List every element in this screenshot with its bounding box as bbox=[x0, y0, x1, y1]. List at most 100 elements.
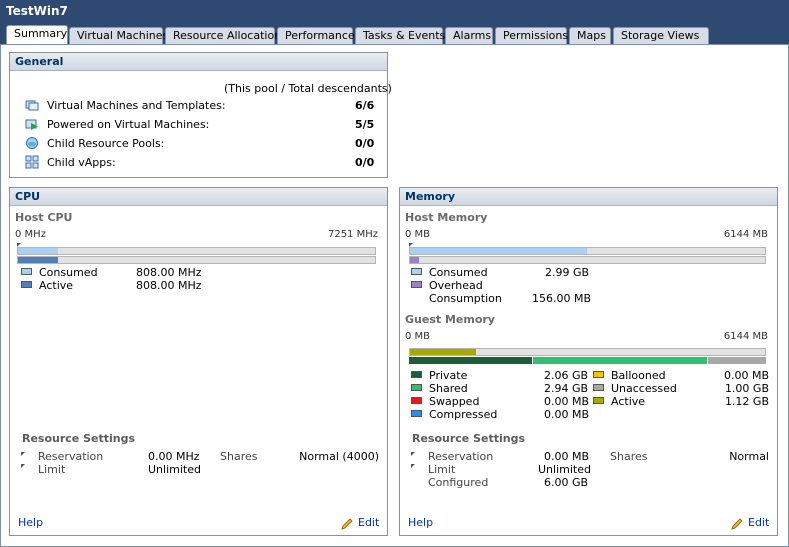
cpu-edit-link[interactable]: Edit bbox=[358, 516, 379, 529]
general-value-vms: 6/6 bbox=[355, 99, 375, 112]
cpu-consumed-label: Consumed bbox=[39, 266, 98, 279]
memory-reservation-label: Reservation bbox=[428, 450, 494, 463]
memory-help-link[interactable]: Help bbox=[408, 516, 433, 529]
cpu-shares-label: Shares bbox=[220, 450, 258, 463]
memory-resource-settings-title: Resource Settings bbox=[412, 432, 526, 445]
general-label-vapps: Child vApps: bbox=[47, 156, 116, 169]
guest-ballooned-label: Ballooned bbox=[611, 369, 666, 382]
guest-swapped-value: 0.00 MB bbox=[544, 395, 590, 408]
consumed-legend-swatch bbox=[411, 268, 422, 275]
memory-configured-value: 6.00 GB bbox=[544, 476, 589, 489]
cpu-reservation-label: Reservation bbox=[38, 450, 104, 463]
tab-alarms[interactable]: Alarms bbox=[445, 27, 493, 44]
active-legend-swatch bbox=[593, 397, 604, 404]
guest-private-bar bbox=[409, 357, 532, 364]
memory-overhead-track bbox=[409, 256, 766, 264]
cpu-active-bar bbox=[18, 257, 58, 263]
tab-performance[interactable]: Performance bbox=[277, 27, 355, 44]
ballooned-legend-swatch bbox=[593, 371, 604, 378]
memory-panel-title: Memory bbox=[400, 188, 777, 206]
guest-shared-label: Shared bbox=[429, 382, 468, 395]
cpu-active-value: 808.00 MHz bbox=[136, 279, 202, 292]
tab-virtual-machines[interactable]: Virtual Machines bbox=[69, 27, 168, 44]
tab-permissions[interactable]: Permissions bbox=[495, 27, 568, 44]
guest-private-value: 2.06 GB bbox=[544, 369, 589, 382]
tab-summary[interactable]: Summary bbox=[6, 25, 68, 44]
general-panel-title: General bbox=[10, 53, 387, 71]
pencil-icon[interactable] bbox=[341, 518, 353, 530]
pencil-icon[interactable] bbox=[731, 518, 743, 530]
guest-unaccessed-label: Unaccessed bbox=[611, 382, 677, 395]
cpu-max-label: 7251 MHz bbox=[327, 229, 378, 240]
guest-swapped-label: Swapped bbox=[429, 395, 480, 408]
cpu-consumed-track bbox=[17, 247, 376, 255]
unaccessed-legend-swatch bbox=[593, 384, 604, 391]
cpu-limit-label: Limit bbox=[38, 463, 66, 476]
cpu-resource-settings-title: Resource Settings bbox=[22, 432, 136, 445]
memory-limit-value: Unlimited bbox=[538, 463, 591, 476]
general-label-vms: Virtual Machines and Templates: bbox=[47, 99, 226, 112]
cpu-active-track bbox=[17, 256, 376, 264]
guest-memory-label: Guest Memory bbox=[405, 313, 495, 326]
powered-on-vm-icon bbox=[25, 119, 38, 130]
cpu-consumed-bar bbox=[18, 248, 58, 254]
guest-private-label: Private bbox=[429, 369, 468, 382]
guest-compressed-value: 0.00 MB bbox=[544, 408, 590, 421]
cpu-min-label: 0 MHz bbox=[15, 229, 46, 240]
shared-legend-swatch bbox=[411, 384, 422, 391]
vm-template-icon bbox=[25, 100, 39, 111]
tab-resource-allocation[interactable]: Resource Allocation bbox=[165, 27, 281, 44]
consumed-legend-swatch bbox=[21, 268, 32, 275]
window: TestWin7 Summary Virtual Machines Resour… bbox=[0, 0, 789, 547]
memory-overhead-label: Overhead bbox=[429, 279, 483, 292]
memory-limit-indicator bbox=[411, 464, 415, 468]
cpu-consumed-value: 808.00 MHz bbox=[136, 266, 202, 279]
guest-compressed-label: Compressed bbox=[429, 408, 498, 421]
memory-edit-link[interactable]: Edit bbox=[748, 516, 769, 529]
compressed-legend-swatch bbox=[411, 410, 422, 417]
memory-panel: Memory Host Memory 0 MB 6144 MB Consumed… bbox=[399, 187, 778, 536]
cpu-reservation-indicator bbox=[21, 452, 25, 456]
general-label-powered-on: Powered on Virtual Machines: bbox=[47, 118, 210, 131]
guest-active-bar bbox=[410, 349, 476, 355]
general-column-header: (This pool / Total descendants) bbox=[224, 82, 392, 95]
cpu-panel-title: CPU bbox=[10, 188, 387, 206]
memory-min-label: 0 MB bbox=[405, 229, 431, 240]
general-value-vapps: 0/0 bbox=[355, 156, 375, 169]
guest-unaccessed-bar bbox=[708, 357, 766, 364]
overhead-legend-swatch bbox=[411, 281, 422, 288]
tab-bar: Summary Virtual Machines Resource Alloca… bbox=[0, 24, 789, 44]
memory-reservation-value: 0.00 MB bbox=[544, 450, 590, 463]
memory-consumed-label: Consumed bbox=[429, 266, 488, 279]
cpu-help-link[interactable]: Help bbox=[18, 516, 43, 529]
memory-consumed-value: 2.99 GB bbox=[545, 266, 590, 279]
cpu-reservation-value: 0.00 MHz bbox=[148, 450, 200, 463]
memory-consumed-bar bbox=[410, 248, 587, 254]
guest-min-label: 0 MB bbox=[405, 331, 431, 342]
general-value-powered-on: 5/5 bbox=[355, 118, 375, 131]
memory-overhead-bar bbox=[410, 257, 419, 263]
memory-consumption-value: 156.00 MB bbox=[532, 292, 592, 305]
tab-tasks-events[interactable]: Tasks & Events bbox=[355, 27, 445, 44]
swapped-legend-swatch bbox=[411, 397, 422, 404]
host-memory-label: Host Memory bbox=[405, 211, 488, 224]
window-title: TestWin7 bbox=[0, 0, 789, 24]
guest-unaccessed-value: 1.00 GB bbox=[724, 382, 769, 395]
general-panel: General (This pool / Total descendants) … bbox=[9, 52, 392, 178]
guest-max-label: 6144 MB bbox=[723, 331, 768, 342]
active-legend-swatch bbox=[21, 281, 32, 288]
memory-shares-label: Shares bbox=[610, 450, 648, 463]
cpu-limit-indicator bbox=[21, 464, 25, 468]
tab-storage-views[interactable]: Storage Views bbox=[613, 27, 709, 44]
guest-shared-value: 2.94 GB bbox=[544, 382, 589, 395]
memory-shares-value: Normal bbox=[729, 450, 769, 463]
host-cpu-label: Host CPU bbox=[15, 211, 73, 224]
cpu-limit-value: Unlimited bbox=[148, 463, 201, 476]
memory-configured-label: Configured bbox=[428, 476, 489, 489]
tab-maps[interactable]: Maps bbox=[569, 27, 611, 44]
cpu-panel: CPU Host CPU 0 MHz 7251 MHz Consumed 808… bbox=[9, 187, 388, 536]
cpu-active-label: Active bbox=[39, 279, 74, 292]
guest-active-label: Active bbox=[611, 395, 646, 408]
guest-active-value: 1.12 GB bbox=[724, 395, 769, 408]
memory-limit-label: Limit bbox=[428, 463, 456, 476]
